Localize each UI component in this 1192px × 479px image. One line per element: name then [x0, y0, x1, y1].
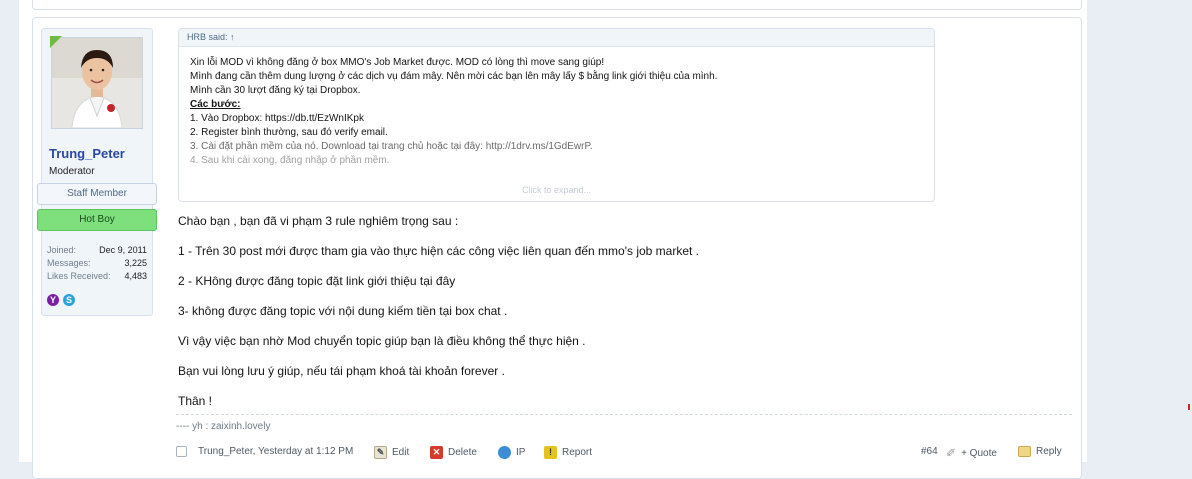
yahoo-icon[interactable]: Y: [47, 294, 59, 306]
stat-messages: Messages: 3,225: [47, 257, 147, 270]
online-status-indicator: [50, 36, 62, 48]
stat-label: Messages:: [47, 258, 91, 268]
message-paragraph: Chào bạn , bạn đã vi phạm 3 rule nghiêm …: [178, 214, 459, 228]
contact-icons: Y S: [47, 294, 75, 306]
quote-header: HRB said: ↑: [179, 29, 934, 47]
message-paragraph: Thân !: [178, 394, 213, 408]
stat-value[interactable]: 3,225: [124, 257, 147, 270]
stat-joined: Joined: Dec 9, 2011: [47, 244, 147, 257]
stat-likes: Likes Received: 4,483: [47, 270, 147, 283]
quote-body: Xin lỗi MOD vì không đăng ở box MMO's Jo…: [190, 56, 920, 168]
signature: ---- yh : zaixinh.lovely: [176, 421, 271, 432]
user-title: Moderator: [49, 166, 95, 177]
quote-block: HRB said: ↑ Xin lỗi MOD vì không đăng ở …: [178, 28, 935, 202]
stat-label: Likes Received:: [47, 271, 111, 281]
post-author-date: Trung_Peter, Yesterday at 1:12 PM: [176, 446, 353, 457]
author-date-link[interactable]: Trung_Peter, Yesterday at 1:12 PM: [198, 446, 353, 457]
previous-post-edge: [32, 0, 1082, 10]
message-paragraph: 1 - Trên 30 post mới được tham gia vào t…: [178, 244, 700, 258]
report-label: Report: [562, 447, 593, 458]
delete-button[interactable]: ✕ Delete: [430, 446, 477, 459]
quote-line: 3. Cài đặt phần mềm của nó. Download tại…: [190, 141, 593, 152]
edit-button[interactable]: ✎ Edit: [374, 446, 409, 459]
message-paragraph: 3- không được đăng topic với nội dung ki…: [178, 304, 508, 318]
scroll-marker: [1188, 404, 1190, 410]
message-paragraph: 2 - KHông được đăng topic đặt link giới …: [178, 274, 456, 288]
quote-button[interactable]: ✐ + Quote: [946, 446, 997, 460]
signature-divider: [176, 414, 1072, 415]
quote-line: 2. Register bình thường, sau đó verify e…: [190, 127, 388, 138]
reply-button[interactable]: Reply: [1018, 446, 1062, 457]
globe-icon: [498, 446, 511, 459]
quote-steps-heading: Các bước:: [190, 99, 241, 110]
stat-value: 4,483: [124, 271, 147, 281]
username-link[interactable]: Trung_Peter: [49, 146, 125, 161]
quote-line: 1. Vào Dropbox: https://db.tt/EzWnIKpk: [190, 113, 364, 124]
quote-line: Mình cần 30 lượt đăng ký tại Dropbox.: [190, 85, 361, 96]
user-stats: Joined: Dec 9, 2011 Messages: 3,225 Like…: [47, 244, 147, 283]
edit-label: Edit: [392, 447, 410, 458]
reply-label: Reply: [1036, 446, 1062, 457]
post-number: #64: [921, 446, 938, 457]
quote-label: + Quote: [961, 447, 997, 459]
quote-attribution[interactable]: HRB said: ↑: [187, 32, 235, 42]
reply-icon: [1018, 446, 1031, 457]
select-post-checkbox[interactable]: [176, 446, 187, 457]
stat-label: Joined:: [47, 245, 77, 255]
click-to-expand-link[interactable]: Click to expand...: [179, 185, 934, 195]
skype-icon[interactable]: S: [63, 294, 75, 306]
post-number-link[interactable]: #64: [921, 446, 938, 457]
message-paragraph: Bạn vui lòng lưu ý giúp, nếu tái phạm kh…: [178, 364, 505, 378]
message-paragraph: Vì vậy việc bạn nhờ Mod chuyển topic giú…: [178, 334, 586, 348]
stat-value: Dec 9, 2011: [99, 245, 147, 255]
hot-boy-banner: Hot Boy: [37, 209, 157, 231]
quote-line: Xin lỗi MOD vì không đăng ở box MMO's Jo…: [190, 57, 605, 68]
ip-button[interactable]: IP: [498, 446, 525, 459]
ip-label: IP: [516, 447, 526, 458]
report-button[interactable]: ! Report: [544, 446, 592, 459]
pencil-icon: ✎: [374, 446, 387, 459]
delete-label: Delete: [448, 447, 477, 458]
user-avatar[interactable]: [51, 37, 143, 129]
delete-icon: ✕: [430, 446, 443, 459]
quote-line: Mình đang cần thêm dung lượng ở các dịch…: [190, 71, 718, 82]
post-footer: Trung_Peter, Yesterday at 1:12 PM ✎ Edit…: [176, 446, 1072, 462]
staff-member-banner: Staff Member: [37, 183, 157, 205]
warning-icon: !: [544, 446, 557, 459]
paperclip-icon: ✐: [946, 446, 957, 460]
quote-line: 4. Sau khi cài xong, đăng nhập ở phần mề…: [190, 155, 390, 166]
